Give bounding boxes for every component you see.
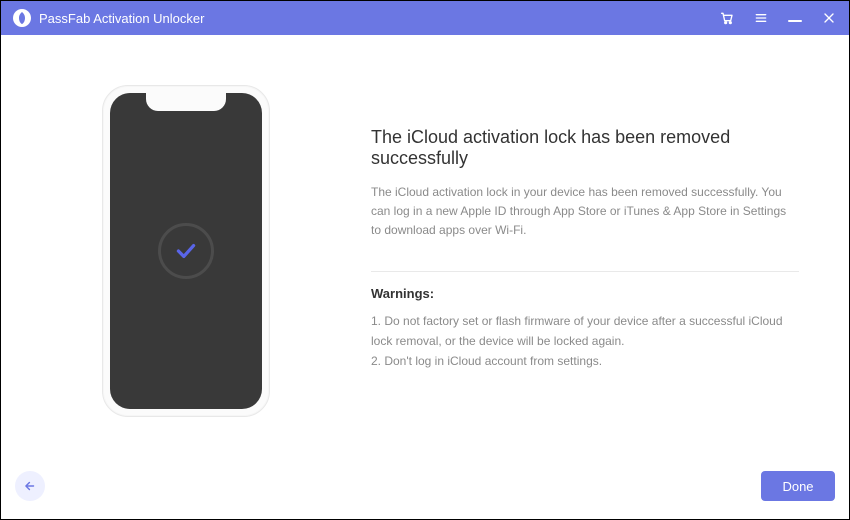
done-button[interactable]: Done — [761, 471, 835, 501]
warning-item: 1. Do not factory set or flash firmware … — [371, 311, 799, 352]
main-content: The iCloud activation lock has been remo… — [1, 35, 849, 463]
divider — [371, 271, 799, 272]
app-title: PassFab Activation Unlocker — [39, 11, 717, 26]
warnings-title: Warnings: — [371, 286, 799, 301]
warning-item: 2. Don't log in iCloud account from sett… — [371, 351, 799, 371]
phone-frame — [102, 85, 270, 417]
message-panel: The iCloud activation lock has been remo… — [371, 85, 809, 463]
cart-icon[interactable] — [717, 8, 737, 28]
minimize-button[interactable] — [785, 8, 805, 28]
window-controls — [717, 8, 839, 28]
success-heading: The iCloud activation lock has been remo… — [371, 127, 799, 169]
app-logo-icon — [13, 9, 31, 27]
back-button[interactable] — [15, 471, 45, 501]
menu-icon[interactable] — [751, 8, 771, 28]
phone-screen — [110, 93, 262, 409]
phone-notch — [146, 93, 226, 111]
phone-illustration-container — [41, 85, 331, 463]
footer-bar: Done — [1, 463, 849, 519]
success-check-icon — [158, 223, 214, 279]
success-description: The iCloud activation lock in your devic… — [371, 183, 799, 241]
titlebar: PassFab Activation Unlocker — [1, 1, 849, 35]
done-button-label: Done — [782, 479, 813, 494]
close-button[interactable] — [819, 8, 839, 28]
